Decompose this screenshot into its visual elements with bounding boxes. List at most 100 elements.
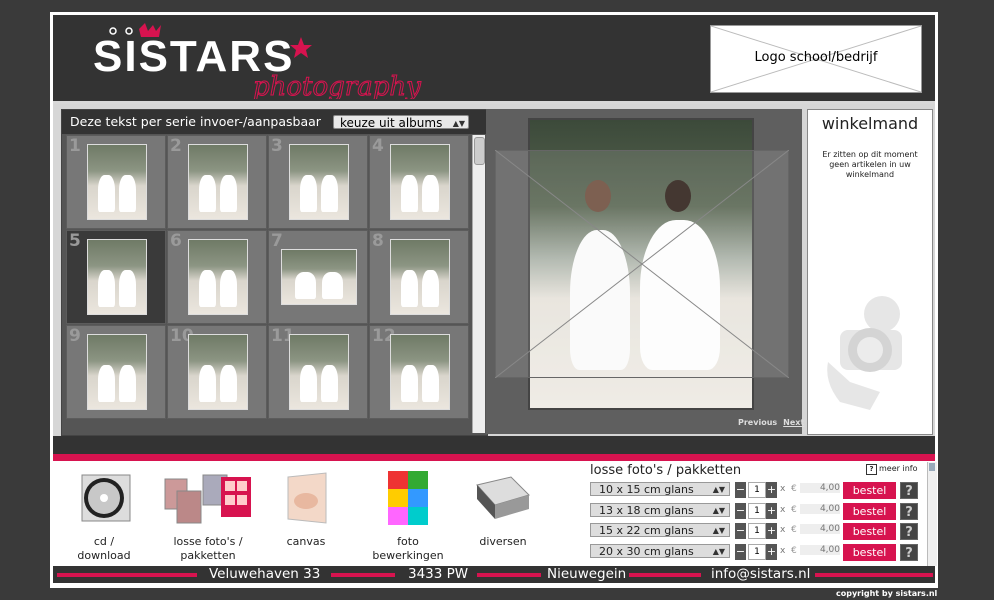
size-select[interactable]: 15 x 22 cm glans ▲▼ <box>590 523 730 537</box>
pricing-row: 20 x 30 cm glans ▲▼ −1 + x €4,00 bestel? <box>590 543 920 562</box>
thumbnail-item[interactable]: 4 <box>369 135 469 229</box>
thumbnail-item[interactable]: 6 <box>167 230 267 324</box>
thumbnail-item[interactable]: 12 <box>369 325 469 419</box>
times-sign: x <box>780 504 786 515</box>
thumbnail-image <box>188 144 248 220</box>
increase-button[interactable]: + <box>766 543 777 560</box>
thumbnail-image <box>390 239 450 315</box>
order-button[interactable]: bestel <box>843 543 896 561</box>
next-link[interactable]: Next <box>783 418 804 427</box>
scrollbar-thumb[interactable] <box>474 137 485 165</box>
quantity-input[interactable]: 1 <box>748 523 766 539</box>
thumbnail-figure <box>119 174 136 212</box>
dark-band <box>53 436 935 454</box>
thumbnail-item[interactable]: 2 <box>167 135 267 229</box>
thumbnail-item[interactable]: 11 <box>268 325 368 419</box>
thumbnail-image <box>289 144 349 220</box>
thumbnail-image <box>87 239 147 315</box>
product-canvas[interactable]: canvas <box>261 471 351 549</box>
gallery-scrollbar[interactable] <box>472 135 485 433</box>
decrease-button[interactable]: − <box>735 502 746 519</box>
increase-button[interactable]: + <box>766 502 777 519</box>
sistars-logo-graphic: SISTARS photography <box>93 23 422 103</box>
scrollbar-thumb[interactable] <box>929 463 935 471</box>
pricing-title: losse foto's / pakketten <box>590 463 742 478</box>
thumbnail-figure <box>98 269 115 307</box>
size-select[interactable]: 10 x 15 cm glans ▲▼ <box>590 482 730 496</box>
order-button[interactable]: bestel <box>843 482 896 499</box>
thumbnail-item[interactable]: 3 <box>268 135 368 229</box>
footer-divider <box>629 573 701 577</box>
footer-postcode: 3433 PW <box>408 566 469 582</box>
quantity-input[interactable]: 1 <box>748 482 766 498</box>
thumbnail-figure <box>98 174 115 212</box>
help-button[interactable]: ? <box>900 502 918 520</box>
pop-art-icon <box>388 471 428 525</box>
thumbnail-item[interactable]: 7 <box>268 230 368 324</box>
logo-placeholder: Logo school/bedrijf <box>710 25 922 93</box>
times-sign: x <box>780 484 786 494</box>
footer-divider <box>57 573 197 577</box>
pricing-row: 15 x 22 cm glans ▲▼ −1 + x €4,00 bestel? <box>590 523 920 541</box>
increase-button[interactable]: + <box>766 482 777 498</box>
decrease-button[interactable]: − <box>735 482 746 498</box>
footer-email[interactable]: info@sistars.nl <box>711 566 810 583</box>
more-info-link[interactable]: ? meer info <box>866 464 917 475</box>
thumbnail-image <box>289 334 349 410</box>
footer: Veluwehaven 33 3433 PW Nieuwegein info@s… <box>53 566 935 583</box>
product-label: losse foto's / <box>173 535 243 548</box>
size-select[interactable]: 13 x 18 cm glans ▲▼ <box>590 502 730 517</box>
product-label: download <box>77 549 131 562</box>
size-select-value: 10 x 15 cm glans <box>599 483 694 496</box>
shopping-cart: winkelmand Er zitten op dit moment geen … <box>807 109 933 435</box>
thumbnail-image <box>188 239 248 315</box>
thumbnail-figure <box>199 174 216 212</box>
previous-link[interactable]: Previous <box>738 418 777 427</box>
help-button[interactable]: ? <box>900 523 918 540</box>
increase-button[interactable]: + <box>766 523 777 539</box>
thumbnail-image <box>390 334 450 410</box>
pricing-scrollbar[interactable] <box>927 462 937 566</box>
quantity-input[interactable]: 1 <box>748 502 766 519</box>
thumbnail-figure <box>199 269 216 307</box>
thumbnail-item[interactable]: 9 <box>66 325 166 419</box>
chevron-updown-icon: ▲▼ <box>712 546 725 556</box>
thumbnail-figure <box>401 174 418 212</box>
product-label: cd / <box>93 535 115 548</box>
thumbnail-figure <box>401 364 418 402</box>
album-select[interactable]: keuze uit albums ▲▼ <box>333 115 469 130</box>
thumbnail-number: 2 <box>170 136 182 156</box>
help-button[interactable]: ? <box>900 543 918 561</box>
product-cd-download[interactable]: cd / download <box>59 471 149 563</box>
thumbnail-item[interactable]: 10 <box>167 325 267 419</box>
thumbnail-figure <box>220 364 237 402</box>
decrease-button[interactable]: − <box>735 523 746 539</box>
order-button[interactable]: bestel <box>843 502 896 520</box>
size-select-value: 15 x 22 cm glans <box>599 524 694 537</box>
album-icon <box>476 476 530 519</box>
thumbnail-number: 1 <box>69 136 81 156</box>
thumbnail-grid: 1 2 3 4 5 6 7 8 9 10 11 12 <box>66 135 470 433</box>
help-icon: ? <box>866 464 877 475</box>
chevron-updown-icon: ▲▼ <box>452 119 465 128</box>
sistars-logo[interactable]: SISTARS photography <box>93 23 433 103</box>
thumbnail-figure <box>300 174 317 212</box>
help-button[interactable]: ? <box>900 482 918 499</box>
thumbnail-item[interactable]: 8 <box>369 230 469 324</box>
order-button[interactable]: bestel <box>843 523 896 540</box>
size-select[interactable]: 20 x 30 cm glans ▲▼ <box>590 543 730 558</box>
thumbnail-figure <box>98 364 115 402</box>
chevron-updown-icon: ▲▼ <box>712 485 725 494</box>
thumbnail-figure <box>422 269 439 307</box>
thumbnail-item[interactable]: 5 <box>66 230 166 324</box>
price-value: 4,00 <box>800 544 840 555</box>
chevron-updown-icon: ▲▼ <box>712 526 725 535</box>
product-foto-bewerkingen[interactable]: foto bewerkingen <box>363 471 453 563</box>
product-diversen[interactable]: diversen <box>458 471 548 549</box>
thumbnail-item[interactable]: 1 <box>66 135 166 229</box>
quantity-input[interactable]: 1 <box>748 543 766 560</box>
product-losse-fotos[interactable]: losse foto's / pakketten <box>163 471 253 563</box>
thumbnail-figure <box>119 269 136 307</box>
decrease-button[interactable]: − <box>735 543 746 560</box>
svg-text:photography: photography <box>253 72 421 99</box>
